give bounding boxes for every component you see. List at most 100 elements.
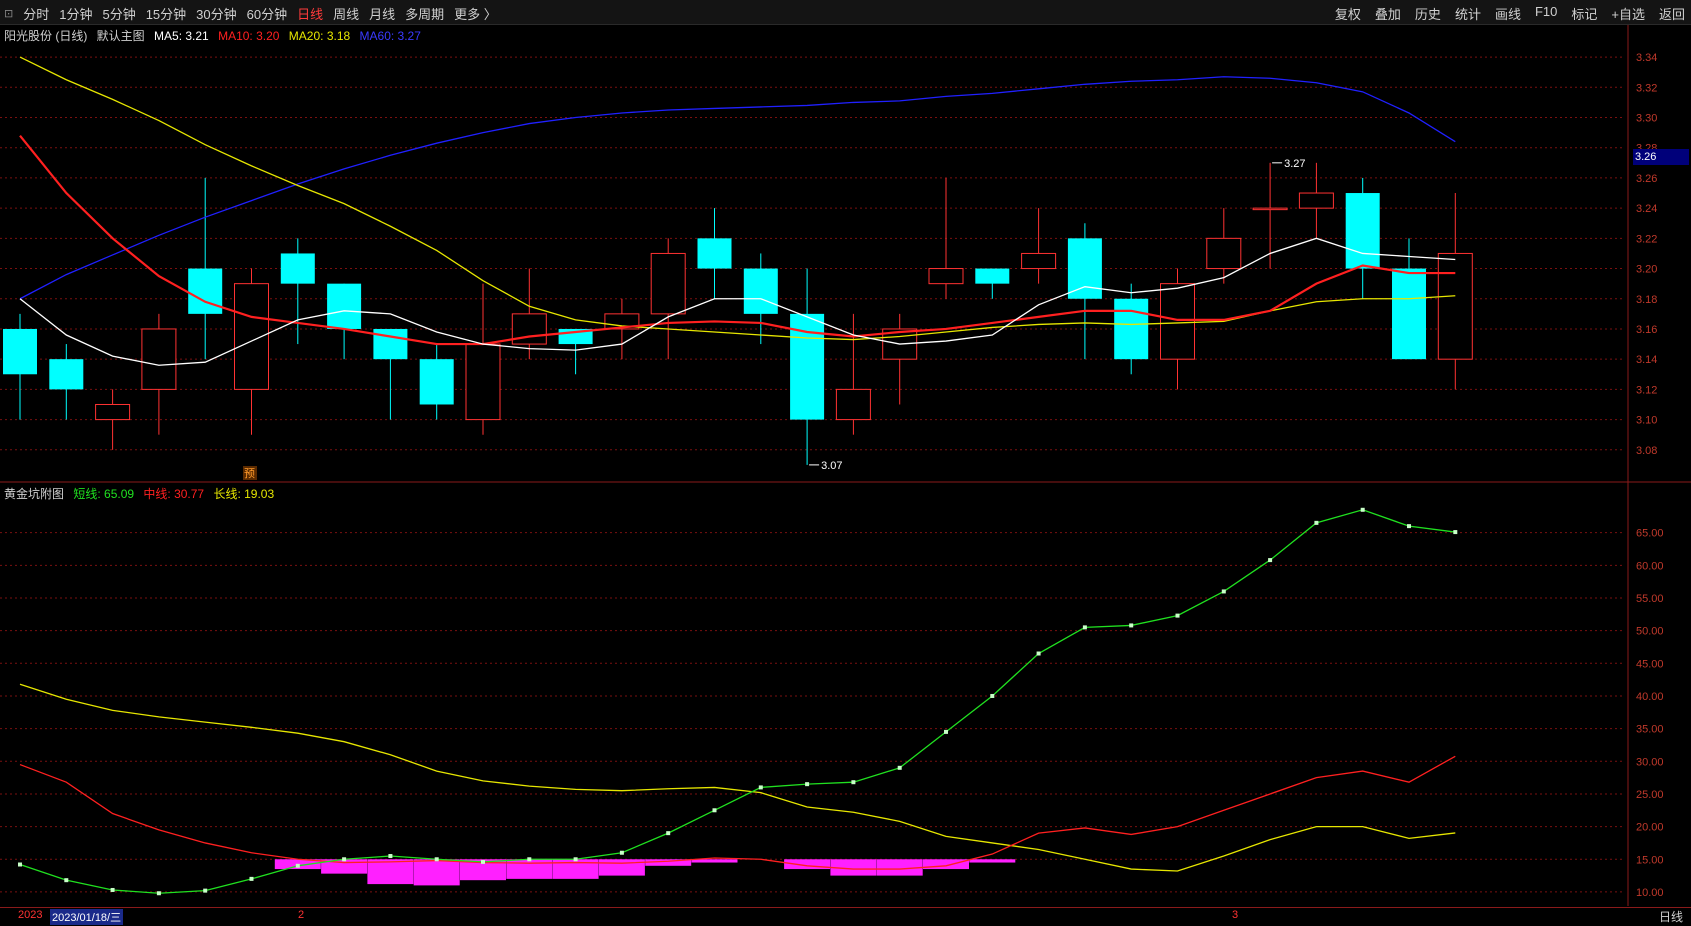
- candle-body: [975, 268, 1010, 284]
- hist-bar: [691, 859, 738, 863]
- main-y-tick-label: 3.16: [1636, 324, 1657, 336]
- main-y-tick-label: 3.22: [1636, 233, 1657, 245]
- short-point: [851, 780, 856, 785]
- short-point: [990, 693, 995, 698]
- candle-body: [1298, 192, 1334, 209]
- candle-body: [928, 268, 964, 285]
- main-y-tick-label: 3.18: [1636, 294, 1657, 306]
- hist-bar: [923, 859, 969, 870]
- short-point: [1314, 520, 1319, 525]
- candle-body: [280, 253, 315, 284]
- candle-body: [1392, 268, 1426, 360]
- short-point: [897, 765, 902, 770]
- last-price-tag: 3.26: [1633, 149, 1689, 165]
- sub-y-tick-label: 45.00: [1636, 658, 1664, 670]
- hist-bar: [367, 859, 414, 885]
- short-point: [666, 831, 671, 836]
- short-point: [156, 891, 161, 896]
- short-point: [1036, 651, 1041, 656]
- main-y-tick-label: 3.08: [1636, 445, 1657, 457]
- cursor-date-label: 2023/01/18/三: [50, 909, 124, 925]
- sub-y-tick-label: 20.00: [1636, 822, 1664, 834]
- short-point: [1221, 589, 1226, 594]
- candle-body: [1206, 237, 1242, 270]
- sub-y-tick-label: 35.00: [1636, 724, 1664, 736]
- sub-y-tick-label: 50.00: [1636, 626, 1664, 638]
- candle-body: [697, 238, 732, 269]
- candle-body: [3, 328, 37, 375]
- main-y-tick-label: 3.30: [1636, 113, 1657, 125]
- candle-body: [1067, 238, 1102, 299]
- candle-body: [835, 388, 871, 421]
- candle-body: [743, 268, 778, 314]
- short-point: [249, 876, 254, 881]
- short-point: [573, 857, 578, 862]
- long-line: [19, 683, 1456, 872]
- short-point: [1175, 613, 1180, 618]
- hist-bar: [413, 859, 460, 886]
- short-point: [1129, 623, 1134, 628]
- candle-body: [1437, 252, 1473, 360]
- candle-body: [49, 359, 84, 390]
- short-point: [1360, 507, 1365, 512]
- forecast-marker: 预: [244, 467, 255, 480]
- short-point: [342, 857, 347, 862]
- short-point: [388, 854, 393, 859]
- main-y-tick-label: 3.26: [1636, 173, 1657, 185]
- hist-bar: [969, 859, 1016, 863]
- candle-body: [234, 283, 269, 390]
- short-point: [805, 782, 810, 787]
- candle-body: [1114, 298, 1149, 360]
- main-y-tick-label: 3.20: [1636, 264, 1657, 276]
- short-point: [434, 857, 439, 862]
- period-label: 日线: [1658, 910, 1683, 924]
- short-point: [619, 850, 624, 855]
- short-point: [1268, 558, 1273, 563]
- short-point: [18, 862, 22, 867]
- main-y-tick-label: 3.12: [1636, 384, 1657, 396]
- month-mark-feb: 2: [298, 909, 305, 921]
- candle-body: [95, 403, 131, 421]
- short-point: [1082, 625, 1087, 630]
- main-y-tick-label: 3.32: [1636, 82, 1657, 94]
- candle-body: [188, 268, 223, 314]
- sub-y-tick-label: 25.00: [1636, 789, 1664, 801]
- sub-y-tick-label: 40.00: [1636, 691, 1664, 703]
- extreme-price-label: 3.07: [821, 460, 842, 472]
- candle-body: [1345, 193, 1380, 269]
- short-point: [1453, 530, 1458, 535]
- sub-y-tick-label: 30.00: [1636, 756, 1664, 768]
- short-point: [758, 785, 763, 790]
- short-point: [203, 888, 208, 893]
- candle-body: [141, 328, 177, 390]
- main-y-tick-label: 3.10: [1636, 415, 1657, 427]
- candle-body: [1021, 252, 1057, 270]
- short-point: [481, 859, 485, 864]
- sub-y-tick-label: 15.00: [1636, 854, 1664, 866]
- candle-body: [465, 343, 501, 421]
- date-axis-bar: [0, 907, 1691, 926]
- short-point: [295, 863, 300, 868]
- year-label: 2023: [18, 909, 43, 921]
- chart-canvas[interactable]: 3.343.323.303.283.263.243.223.203.183.16…: [0, 0, 1691, 925]
- short-point: [64, 878, 69, 883]
- hist-bar: [598, 859, 645, 876]
- sub-y-tick-label: 55.00: [1636, 593, 1664, 605]
- candle-body: [419, 359, 454, 405]
- short-point: [110, 887, 115, 892]
- main-y-tick-label: 3.24: [1636, 203, 1657, 215]
- short-line: [19, 509, 1456, 894]
- short-point: [712, 808, 717, 813]
- sub-y-tick-label: 65.00: [1636, 528, 1664, 540]
- sub-y-tick-label: 10.00: [1636, 887, 1664, 899]
- short-point: [527, 857, 532, 862]
- candle-body: [1252, 207, 1288, 211]
- main-y-tick-label: 3.34: [1636, 52, 1657, 64]
- month-mark-mar: 3: [1232, 909, 1239, 921]
- extreme-price-label: 3.27: [1284, 158, 1305, 170]
- hist-bar: [506, 859, 553, 879]
- candle-body: [327, 283, 362, 329]
- candle-body: [1160, 283, 1195, 360]
- mid-line: [19, 755, 1456, 870]
- short-point: [1407, 524, 1411, 529]
